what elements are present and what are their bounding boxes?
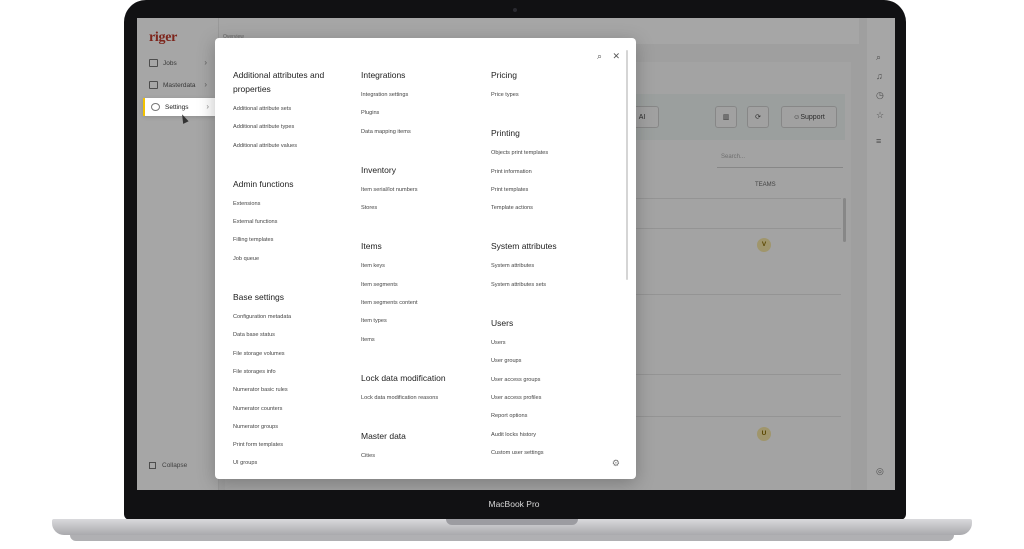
menu-column: Additional attributes and properties Addi… [233, 68, 343, 479]
settings-menu: ⌕ ✕ ⚙ Additional attributes and properti… [215, 38, 636, 479]
gear-icon[interactable]: ⚙ [612, 458, 620, 469]
menu-group-title: Pricing [491, 70, 517, 80]
menu-group: Additional attributes and properties Addi… [233, 68, 343, 155]
menu-link[interactable]: Item segments [361, 276, 481, 294]
menu-link[interactable]: Item types [361, 312, 481, 330]
menu-link[interactable]: Report options [491, 407, 611, 425]
screen: Overview AI ▥ ⟳ ☺ Support Search... TEAMS… [137, 18, 895, 490]
menu-link[interactable]: Objects print templates [491, 144, 611, 162]
menu-link[interactable]: Job queue [233, 250, 343, 268]
menu-link[interactable]: Print templates [491, 181, 611, 199]
menu-group-title: Printing [491, 128, 520, 139]
menu-link[interactable]: Custom user settings [491, 444, 611, 462]
menu-link[interactable]: Additional attribute values [233, 137, 343, 155]
menu-link[interactable]: Plugins [361, 104, 481, 122]
menu-link[interactable]: User groups [491, 352, 611, 370]
menu-link[interactable]: Integration settings [361, 86, 481, 104]
menu-link[interactable]: Numerator counters [233, 400, 343, 418]
menu-group: Items Item keys Item segments Item segments… [361, 239, 481, 348]
menu-link[interactable]: Item serial/lot numbers [361, 181, 481, 199]
menu-group: Pricing Price types [491, 68, 611, 104]
menu-link[interactable]: UI groups [233, 454, 343, 472]
menu-group-title: Inventory [361, 164, 396, 175]
menu-link[interactable]: Print information [491, 163, 611, 181]
menu-link[interactable]: Template actions [491, 199, 611, 217]
menu-link[interactable]: Items [361, 331, 481, 349]
camera [513, 8, 517, 12]
sidebar-item-label: Settings [165, 103, 189, 111]
laptop-shadow [70, 535, 954, 541]
search-icon[interactable]: ⌕ [597, 51, 602, 62]
gear-icon [151, 103, 160, 111]
menu-group-title: Base settings [233, 292, 285, 303]
menu-link[interactable]: Users [491, 334, 611, 352]
close-icon[interactable]: ✕ [612, 51, 620, 62]
menu-link[interactable]: Item keys [361, 257, 481, 275]
menu-link[interactable]: Item segments content [361, 294, 481, 312]
sidebar-item-settings[interactable]: Settings › [143, 98, 215, 116]
menu-scrollbar[interactable] [626, 50, 628, 280]
menu-link[interactable]: External functions [233, 213, 343, 231]
menu-link[interactable]: File storages info [233, 363, 343, 381]
menu-link[interactable]: Configuration metadata [233, 308, 343, 326]
app: Overview AI ▥ ⟳ ☺ Support Search... TEAMS… [137, 18, 895, 490]
menu-link[interactable]: Numerator basic rules [233, 381, 343, 399]
menu-link[interactable]: Stores [361, 199, 481, 217]
menu-link[interactable]: Audit locks history [491, 426, 611, 444]
menu-group: System attributes System attributes System… [491, 239, 611, 294]
menu-column: Integrations Integration settings Plugins D… [361, 68, 481, 479]
menu-link[interactable]: File storage volumes [233, 345, 343, 363]
menu-group-title: Lock data modification [361, 372, 446, 383]
menu-group-title: Admin functions [233, 178, 294, 189]
menu-link[interactable]: User access groups [491, 371, 611, 389]
menu-column: Pricing Price types Printing Objects print … [491, 68, 611, 479]
menu-group: Base settings Configuration metadata Data … [233, 290, 343, 473]
menu-group-title: Items [361, 241, 382, 252]
menu-link[interactable]: User access profiles [491, 389, 611, 407]
menu-group: Lock data modification Lock data modifica… [361, 371, 481, 407]
menu-group: Users Users User groups User access groups U… [491, 316, 611, 462]
menu-group: Integrations Integration settings Plugins D… [361, 68, 481, 141]
menu-link[interactable]: System attributes sets [491, 276, 611, 294]
menu-link[interactable]: Data base status [233, 326, 343, 344]
menu-link[interactable]: Price types [491, 86, 611, 104]
chevron-right-icon: › [206, 102, 209, 111]
menu-group-title: System attributes [491, 241, 557, 252]
laptop-notch [446, 519, 578, 525]
menu-link[interactable]: System attributes [491, 257, 611, 275]
menu-link[interactable]: Numerator groups [233, 418, 343, 436]
menu-group: Admin functions Extensions External functi… [233, 177, 343, 268]
menu-link[interactable]: Data mapping items [361, 123, 481, 141]
menu-link[interactable]: Additional attribute types [233, 118, 343, 136]
menu-link[interactable]: Additional attribute sets [233, 100, 343, 118]
menu-link[interactable]: Cities [361, 447, 481, 465]
menu-link[interactable]: Extensions [233, 195, 343, 213]
menu-group: Printing Objects print templates Print inf… [491, 126, 611, 217]
menu-group: Inventory Item serial/lot numbers Stores [361, 163, 481, 218]
device-label: MacBook Pro [488, 499, 540, 509]
menu-group-title: Users [491, 318, 514, 329]
menu-link[interactable]: Print form templates [233, 436, 343, 454]
menu-link[interactable]: Filling templates [233, 231, 343, 249]
menu-group-title: Integrations [361, 70, 406, 80]
menu-link[interactable]: Lock data modification reasons [361, 389, 481, 407]
menu-group-title: Master data [361, 431, 406, 442]
menu-group: Master data Cities [361, 429, 481, 465]
menu-group-title: Additional attributes and properties [233, 70, 325, 94]
